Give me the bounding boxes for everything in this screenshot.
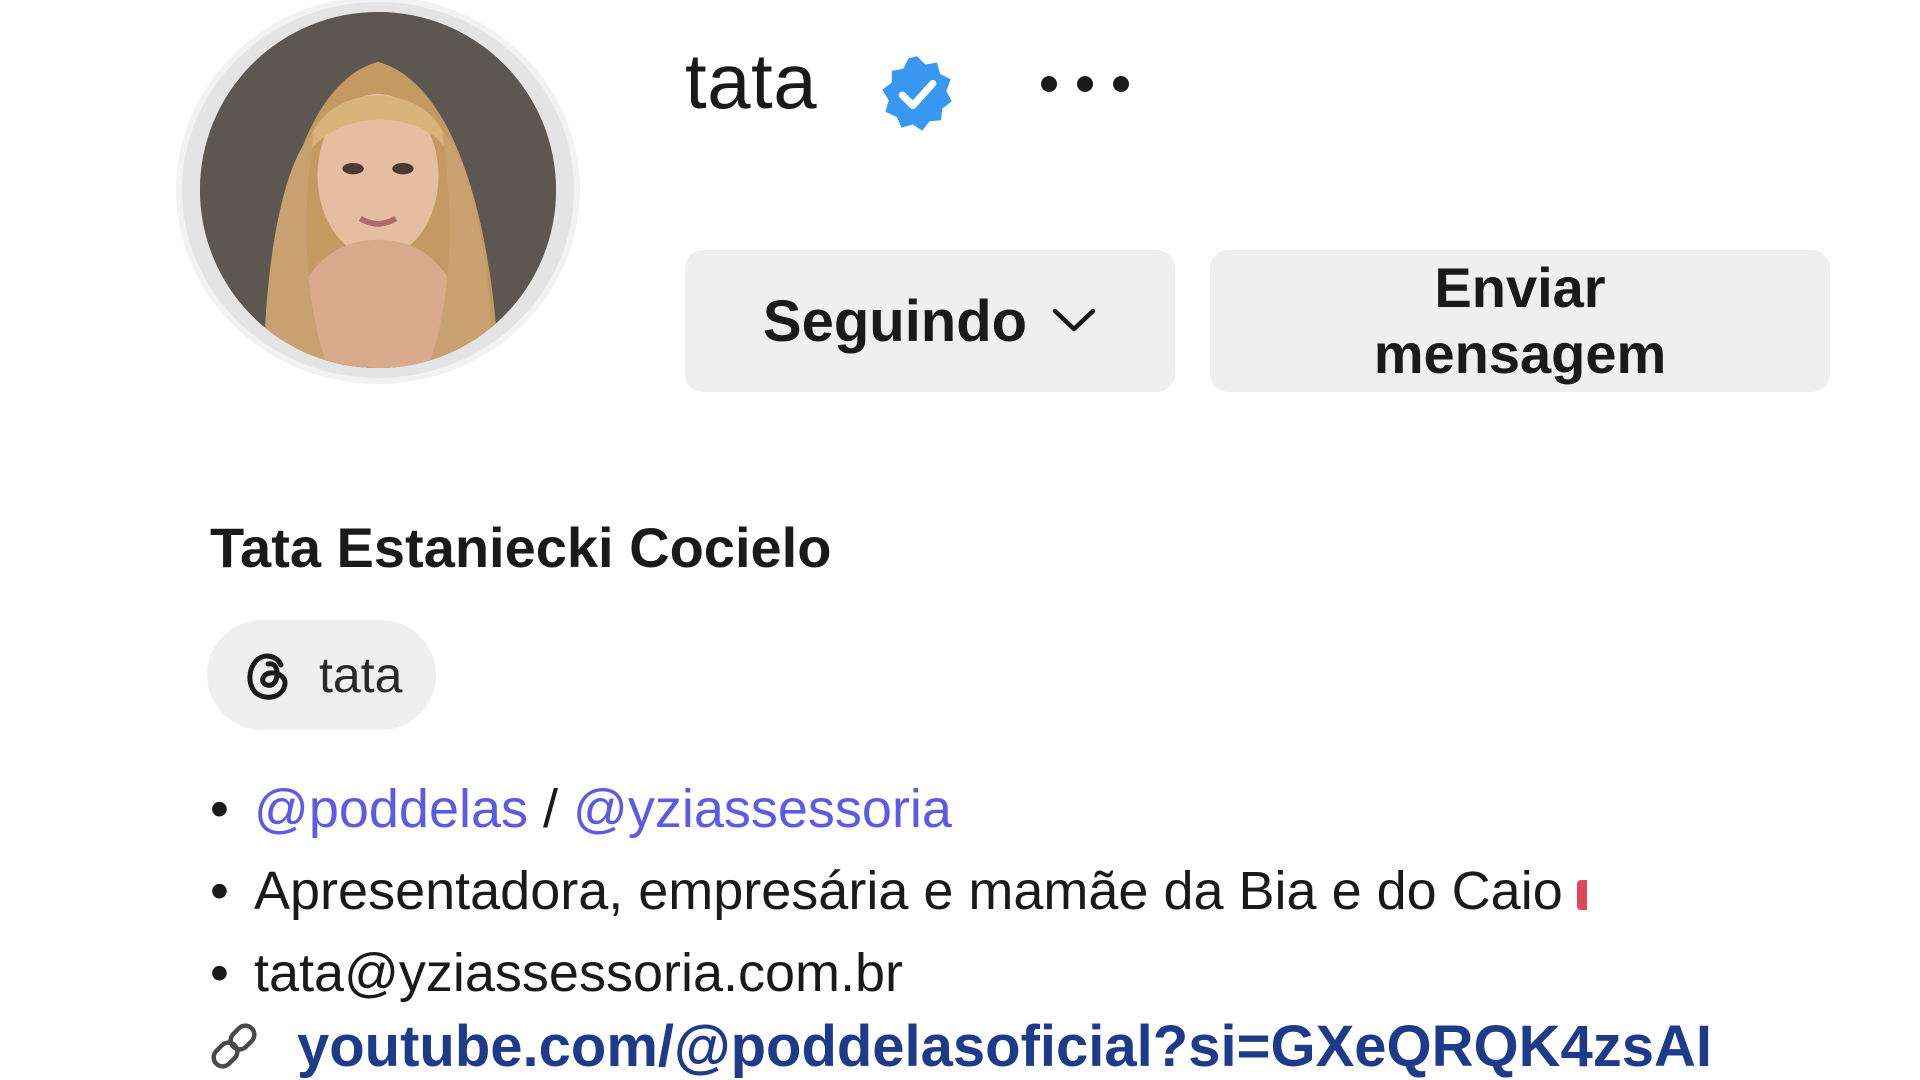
bullet: • [210, 861, 229, 921]
send-message-label-line1: Enviar [1434, 255, 1606, 319]
bullet: • [210, 943, 229, 1003]
bio-email: tata@yziassessoria.com.br [254, 943, 904, 1003]
verified-badge-icon [882, 56, 952, 131]
bio: • @poddelas / @yziassessoria • Apresentado… [210, 768, 1870, 1014]
send-message-button[interactable]: Enviar mensagem [1210, 250, 1830, 392]
mention-separator: / [528, 779, 574, 839]
avatar[interactable] [200, 12, 556, 368]
profile-page: tata Seguindo Enviar mensagem Tata Estan… [0, 0, 1920, 1080]
mention-poddelas[interactable]: @poddelas [254, 779, 528, 839]
bio-line-email: • tata@yziassessoria.com.br [210, 932, 1870, 1014]
more-horizontal-icon[interactable] [1035, 70, 1135, 98]
chevron-down-icon [1052, 308, 1096, 332]
threads-badge[interactable]: tata [207, 620, 437, 730]
send-message-label-line2: mensagem [1373, 322, 1667, 385]
avatar-ring[interactable] [176, 0, 580, 384]
bullet: • [210, 779, 229, 839]
profile-photo [200, 12, 556, 368]
following-label: Seguindo [762, 288, 1028, 354]
heart-emoji-icon [1576, 879, 1587, 910]
threads-icon [247, 653, 288, 700]
bio-line-mentions: • @poddelas / @yziassessoria [210, 768, 1870, 850]
full-name: Tata Estaniecki Cocielo [210, 516, 832, 579]
bio-line-description: • Apresentadora, empresária e mamãe da Bi… [210, 850, 1870, 932]
following-button[interactable]: Seguindo [685, 250, 1175, 392]
threads-label: tata [319, 647, 403, 703]
profile-link[interactable]: youtube.com/@poddelasoficial?si=GXeQRQK4… [205, 1008, 1855, 1080]
mention-yziassessoria[interactable]: @yziassessoria [573, 779, 952, 839]
bio-description: Apresentadora, empresária e mamãe da Bia… [254, 861, 1563, 921]
link-url[interactable]: youtube.com/@poddelasoficial?si=GXeQRQK4… [297, 1013, 1712, 1080]
username: tata [685, 37, 818, 125]
link-icon [211, 1023, 257, 1069]
